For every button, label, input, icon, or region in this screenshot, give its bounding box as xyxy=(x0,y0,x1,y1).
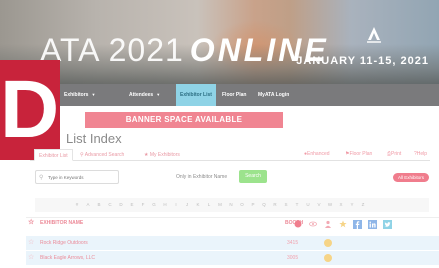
exhibitor-name[interactable]: Rock Ridge Outdoors xyxy=(40,240,88,246)
letter-filter[interactable]: Q xyxy=(259,198,269,212)
enhanced-link[interactable]: ●Enhanced xyxy=(304,151,330,157)
letter-filter[interactable]: E xyxy=(127,198,137,212)
only-exhibitor-name-toggle[interactable]: Search xyxy=(239,170,267,183)
eye-icon xyxy=(309,221,317,227)
help-link[interactable]: ?Help xyxy=(414,151,427,157)
tool-label: Help xyxy=(416,151,428,157)
letter-filter[interactable]: D xyxy=(116,198,126,212)
tool-label: Floor Plan xyxy=(349,151,373,157)
letter-filter[interactable]: C xyxy=(105,198,115,212)
nav-item-label: Floor Plan xyxy=(222,92,247,98)
letter-filter[interactable]: M xyxy=(215,198,225,212)
print-link[interactable]: ⎙Print xyxy=(387,151,401,157)
enhanced-dot-icon xyxy=(324,254,332,262)
brand-title: ATA 2021 ONLINE xyxy=(40,32,329,69)
letter-filter[interactable]: P xyxy=(248,198,258,212)
nav-item-label: Attendees xyxy=(129,92,154,98)
letter-filter[interactable]: H xyxy=(160,198,170,212)
exhibitor-name[interactable]: Black Eagle Arrows, LLC xyxy=(40,255,95,261)
nav-item-label: Exhibitors xyxy=(64,92,89,98)
tool-label: Enhanced xyxy=(307,151,330,157)
nav-item-attendees[interactable]: Attendees ▼ xyxy=(125,84,164,106)
letter-filter[interactable]: J xyxy=(182,198,192,212)
letter-filter[interactable]: T xyxy=(292,198,302,212)
nav-item-label: MyATA Login xyxy=(258,92,290,98)
floor-plan-link[interactable]: ⚑Floor Plan xyxy=(345,151,372,157)
exhibitor-name-header[interactable]: EXHIBITOR NAME xyxy=(40,220,83,226)
ata-logo-icon xyxy=(367,27,381,43)
tab-label: My Exhibitors xyxy=(149,152,180,158)
page-title: List Index xyxy=(66,131,122,146)
event-dates: JANUARY 11-15, 2021 xyxy=(296,55,429,67)
letter-filter[interactable]: G xyxy=(149,198,159,212)
star-icon xyxy=(339,220,347,228)
letter-filter[interactable]: L xyxy=(204,198,214,212)
letter-filter[interactable]: A xyxy=(83,198,93,212)
table-header: ☆ EXHIBITOR NAME BOOTH xyxy=(26,217,439,231)
header-banner: ATA 2021 ONLINE JANUARY 11-15, 2021 xyxy=(0,0,439,84)
nav-item-exhibitor-list[interactable]: Exhibitor List xyxy=(176,84,216,106)
letter-filter[interactable]: K xyxy=(193,198,203,212)
banner-space-ad[interactable]: BANNER SPACE AVAILABLE xyxy=(85,112,283,128)
letter-filter[interactable]: Z xyxy=(358,198,368,212)
letter-filter[interactable]: # xyxy=(72,198,82,212)
twitter-icon xyxy=(383,220,392,229)
letter-filter[interactable]: V xyxy=(314,198,324,212)
letter-filter[interactable]: S xyxy=(281,198,291,212)
letter-filter[interactable]: O xyxy=(237,198,247,212)
letter-filter[interactable]: W xyxy=(325,198,335,212)
linkedin-icon xyxy=(368,220,377,229)
tab-my-exhibitors[interactable]: ★ My Exhibitors xyxy=(140,149,184,161)
tab-advanced-search[interactable]: ⚲ Advanced Search xyxy=(76,149,128,161)
nav-item-exhibitors[interactable]: Exhibitors ▼ xyxy=(60,84,99,106)
tab-label: Advanced Search xyxy=(84,152,125,158)
table-row[interactable]: ☆ Black Eagle Arrows, LLC 3005 xyxy=(26,251,439,265)
favorite-star-icon[interactable]: ☆ xyxy=(28,253,34,261)
letter-filter[interactable]: F xyxy=(138,198,148,212)
letter-filter[interactable]: R xyxy=(270,198,280,212)
nav-item-label: Exhibitor List xyxy=(180,92,212,98)
tab-exhibitor-list[interactable]: Exhibitor List xyxy=(34,149,73,161)
search-input[interactable] xyxy=(48,173,116,182)
booth-number[interactable]: 3415 xyxy=(287,240,298,246)
facebook-icon xyxy=(353,220,362,229)
enhanced-dot-icon xyxy=(324,239,332,247)
letter-filter[interactable]: N xyxy=(226,198,236,212)
letter-filter[interactable]: Y xyxy=(347,198,357,212)
star-icon: ☆ xyxy=(28,219,35,226)
tab-label: Exhibitor List xyxy=(39,153,68,159)
search-icon: ⚲ xyxy=(80,152,84,158)
letter-filter[interactable]: B xyxy=(94,198,104,212)
user-icon xyxy=(325,220,331,228)
star-icon: ★ xyxy=(144,152,149,158)
tool-label: Print xyxy=(391,151,402,157)
letter-filter[interactable]: U xyxy=(303,198,313,212)
letter-filter[interactable]: X xyxy=(336,198,346,212)
nav-item-floor-plan[interactable]: Floor Plan xyxy=(218,84,250,106)
booth-number[interactable]: 3005 xyxy=(287,255,298,261)
red-d-overlay: D xyxy=(0,60,60,160)
only-exhibitor-name-label: Only in Exhibitor Name xyxy=(176,174,228,180)
main-nav: Ho ntact Exhibitors▼ Attendees▼ Exhibito… xyxy=(0,84,439,106)
keyword-search: ⚲ xyxy=(35,170,119,184)
alphabet-filter: # A B C D E F G H I J K L M N O P Q R S … xyxy=(35,198,429,212)
table-row[interactable]: ☆ Rock Ridge Outdoors 3415 xyxy=(26,236,439,250)
chevron-down-icon: ▼ xyxy=(91,92,96,97)
search-icon: ⚲ xyxy=(39,175,44,181)
nav-item-myata-login[interactable]: MyATA Login xyxy=(254,84,293,106)
enhanced-dot-icon xyxy=(294,220,302,228)
letter-filter[interactable]: I xyxy=(171,198,181,212)
chevron-down-icon: ▼ xyxy=(156,92,161,97)
all-exhibitors-button[interactable]: All Exhibitors xyxy=(393,173,429,182)
brand-main: ATA 2021 xyxy=(40,32,184,68)
favorite-star-icon[interactable]: ☆ xyxy=(28,238,34,246)
